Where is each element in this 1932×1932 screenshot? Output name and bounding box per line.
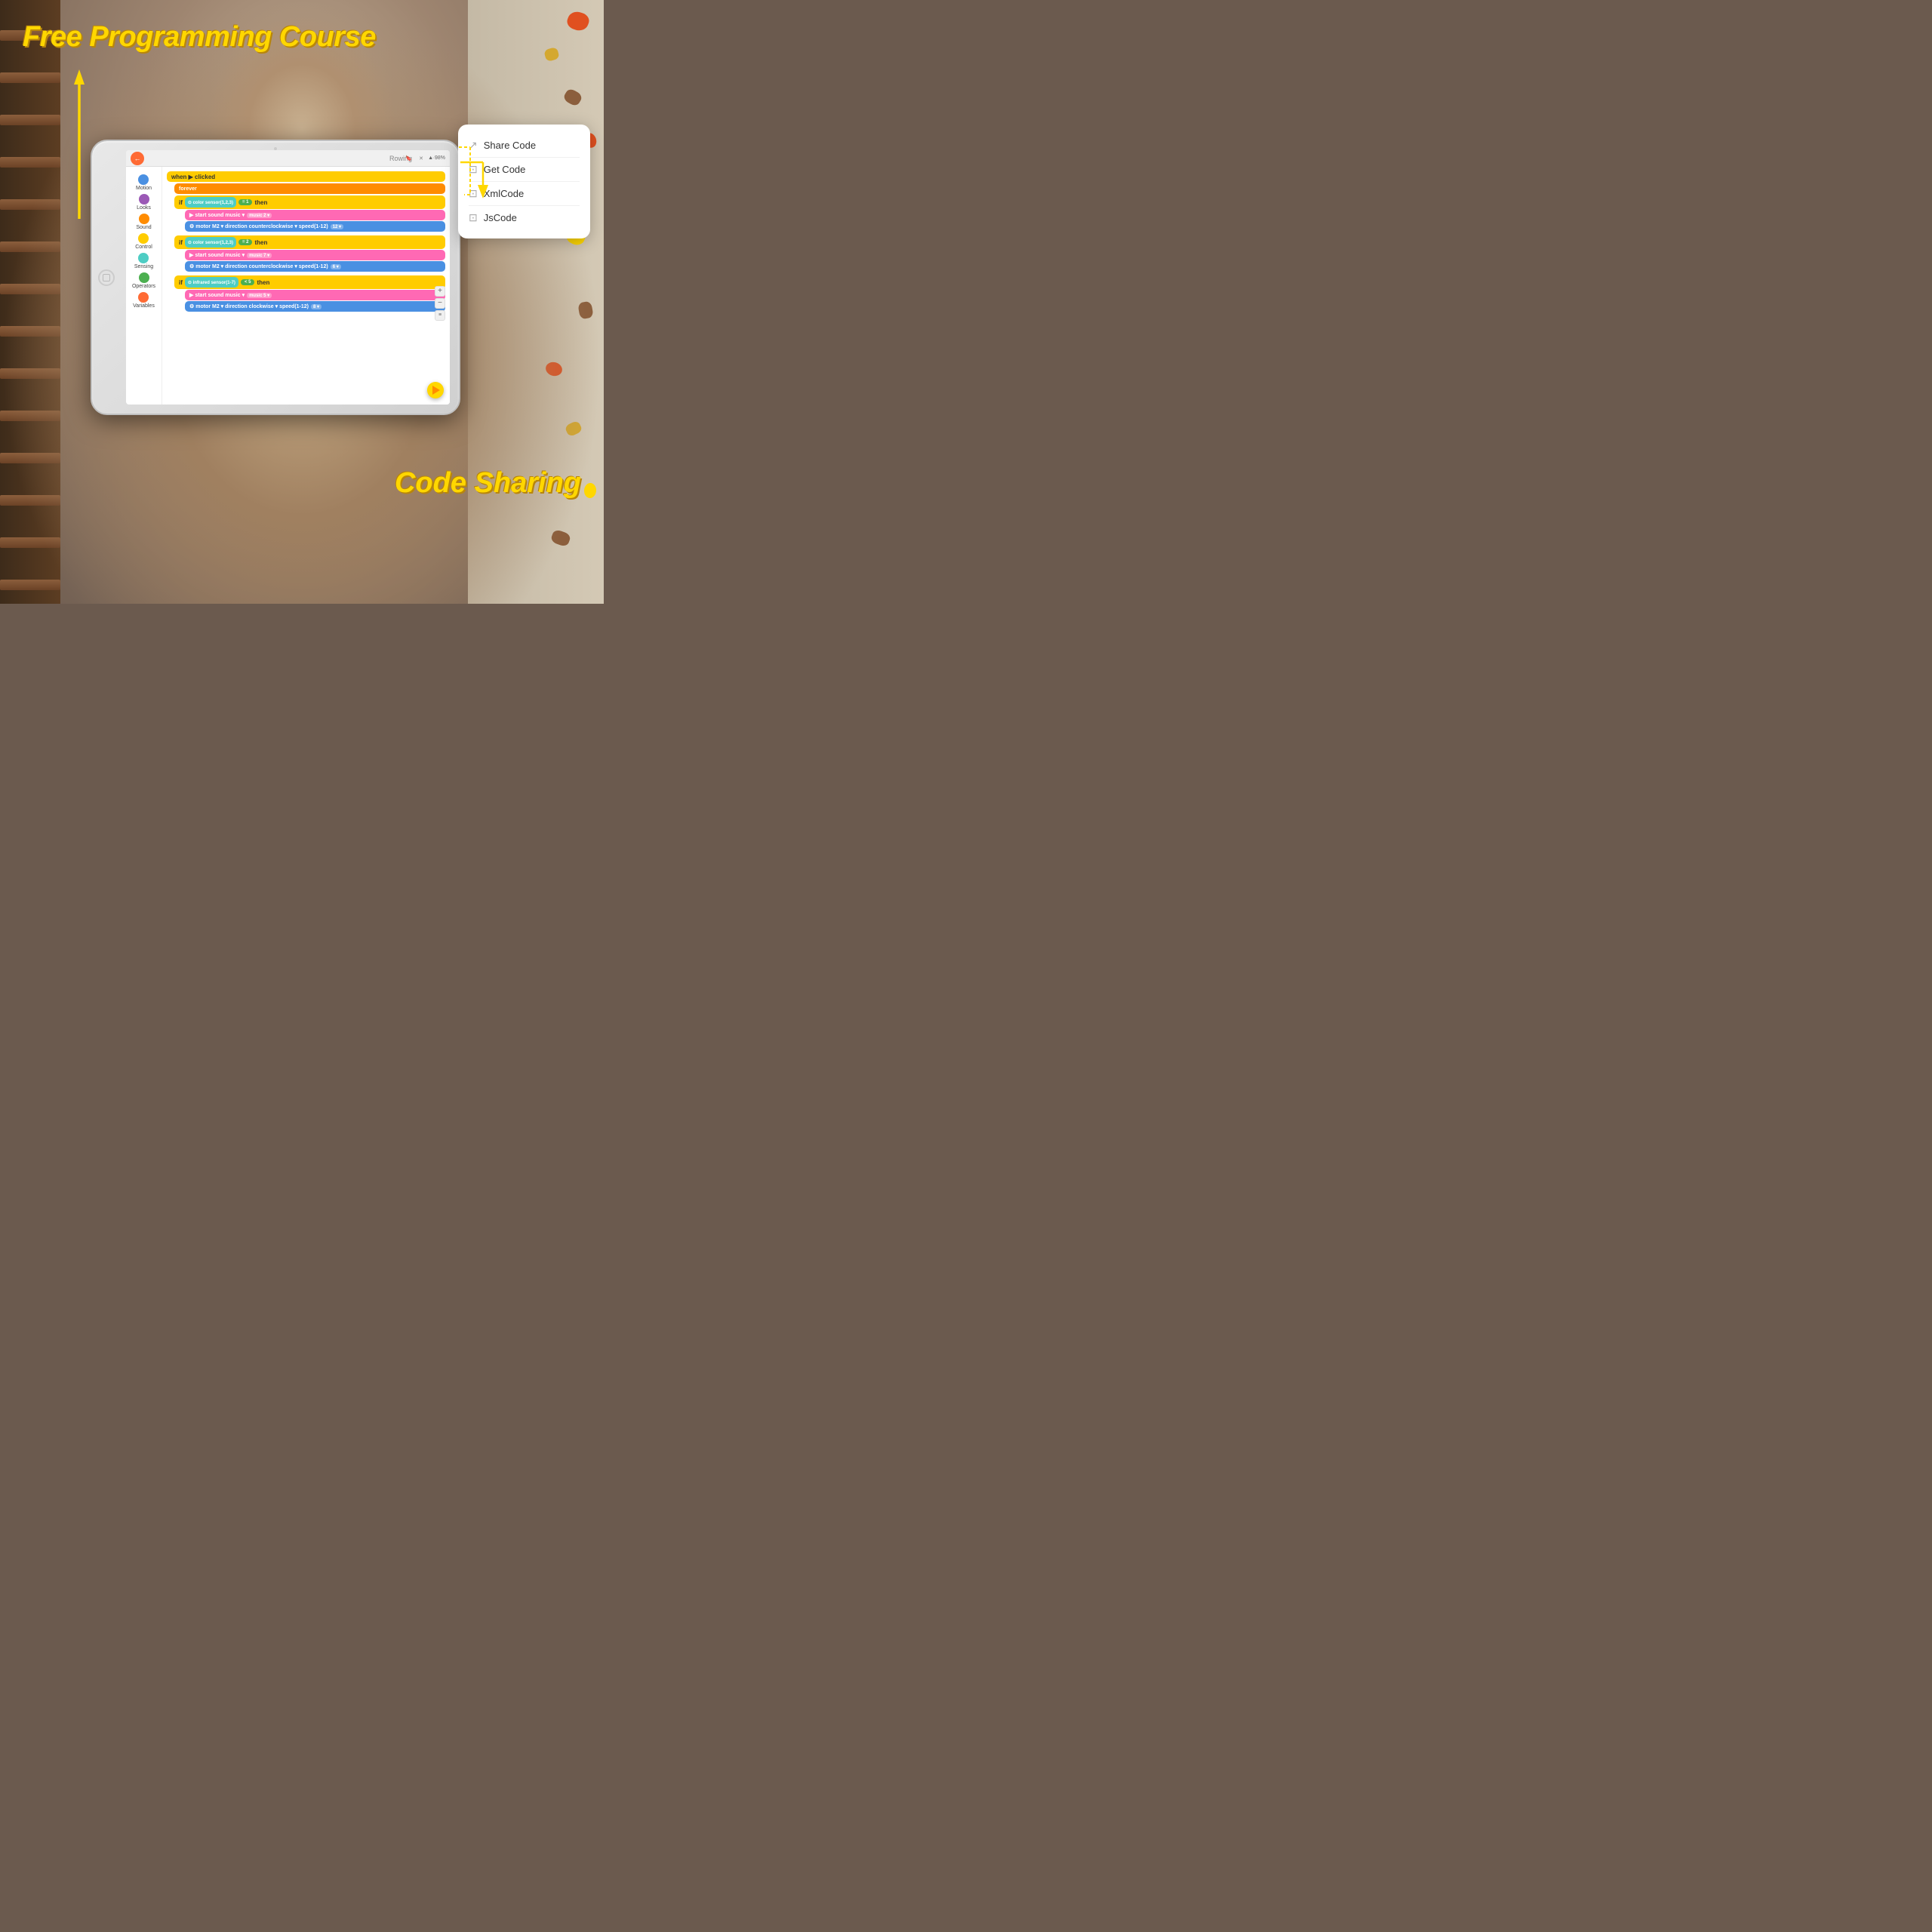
color-sensor-1[interactable]: ⊙ color sensor(1,2,3) <box>185 197 236 208</box>
wifi-status: ▲ 98% <box>428 155 445 161</box>
sound-label: Sound <box>136 225 151 230</box>
share-icon: ↗ <box>469 139 478 152</box>
music-val-1[interactable]: music 2 ▾ <box>247 213 272 218</box>
eq-val-1: = 1 <box>238 199 253 205</box>
if-text-1: if <box>179 199 183 206</box>
sensing-label: Sensing <box>134 264 153 269</box>
forever-block[interactable]: forever <box>174 183 445 194</box>
sidebar-item-motion[interactable]: Motion <box>136 174 152 191</box>
motor-block-2[interactable]: ⚙ motor M2 ▾ direction counterclockwise … <box>185 261 445 272</box>
motor-text-2: ⚙ motor M2 ▾ direction counterclockwise … <box>189 263 328 269</box>
if-block-3[interactable]: if ⊙ infrared sensor(1-7) < 5 then <box>174 275 445 289</box>
forever-text: forever <box>179 186 197 192</box>
music-val-2[interactable]: music 7 ▾ <box>247 253 272 258</box>
looks-label: Looks <box>137 205 151 211</box>
sidebar: Motion Looks Sound Control Sensing <box>126 167 162 405</box>
play-button[interactable] <box>427 382 444 398</box>
then-text-1: then <box>254 199 267 206</box>
infrared-sensor[interactable]: ⊙ infrared sensor(1-7) <box>185 277 238 288</box>
then-text-2: then <box>254 239 267 246</box>
sidebar-item-sensing[interactable]: Sensing <box>134 253 153 269</box>
if-block-2[interactable]: if ⊙ color sensor(1,2,3) = 2 then <box>174 235 445 249</box>
sidebar-item-variables[interactable]: Variables <box>133 292 155 309</box>
start-sound-3[interactable]: ▶ start sound music ▾ music 5 ▾ <box>185 290 445 300</box>
if-text-2: if <box>179 239 183 246</box>
sidebar-item-control[interactable]: Control <box>135 233 152 250</box>
get-code-item[interactable]: ⊡ Get Code <box>469 158 580 182</box>
sidebar-item-operators[interactable]: Operators <box>132 272 155 289</box>
if-text-3: if <box>179 279 183 286</box>
ss-text-3: ▶ start sound music ▾ <box>189 292 245 298</box>
xml-code-item[interactable]: ⊡ XmlCode <box>469 182 580 206</box>
js-code-label: JsCode <box>484 212 517 223</box>
sidebar-item-looks[interactable]: Looks <box>137 194 151 211</box>
if-block-1[interactable]: if ⊙ color sensor(1,2,3) = 1 then <box>174 195 445 209</box>
variables-label: Variables <box>133 303 155 309</box>
start-sound-1[interactable]: ▶ start sound music ▾ music 2 ▾ <box>185 210 445 220</box>
home-icon <box>103 274 110 281</box>
start-sound-2[interactable]: ▶ start sound music ▾ music 7 ▾ <box>185 250 445 260</box>
get-code-label: Get Code <box>484 164 526 175</box>
motor-block-3[interactable]: ⚙ motor M2 ▾ direction clockwise ▾ speed… <box>185 301 445 312</box>
sensing-dot <box>138 253 149 263</box>
lt-val-3: < 5 <box>241 279 255 285</box>
fit-button[interactable]: ≡ <box>435 310 445 321</box>
xml-icon: ⊡ <box>469 187 478 200</box>
home-button[interactable] <box>98 269 115 286</box>
control-dot <box>138 233 149 244</box>
play-icon <box>432 386 440 395</box>
motor-text-1: ⚙ motor M2 ▾ direction counterclockwise … <box>189 223 328 229</box>
zoom-controls: + − ≡ <box>435 286 445 321</box>
motor-block-1[interactable]: ⚙ motor M2 ▾ direction counterclockwise … <box>185 221 445 232</box>
code-sharing-label: Code Sharing <box>395 467 581 500</box>
sidebar-item-sound[interactable]: Sound <box>136 214 151 230</box>
ss-text-1: ▶ start sound music ▾ <box>189 212 245 218</box>
color-sensor-2[interactable]: ⊙ color sensor(1,2,3) <box>185 237 236 248</box>
xml-code-label: XmlCode <box>484 188 524 199</box>
popup-card: ↗ Share Code ⊡ Get Code ⊡ XmlCode ⊡ JsCo… <box>458 125 590 238</box>
speed-val-3[interactable]: 8 ▾ <box>311 304 321 309</box>
share-code-label: Share Code <box>484 140 536 151</box>
motion-label: Motion <box>136 186 152 191</box>
when-clicked-text: when ▶ clicked <box>171 174 215 180</box>
code-canvas: when ▶ clicked forever if ⊙ color sensor… <box>162 167 450 405</box>
speed-val-2[interactable]: 6 ▾ <box>331 264 341 269</box>
tablet-screen: ← Rowing 🔖 ✕ ··· ▲ 98% Motion Looks <box>126 150 450 405</box>
motion-dot <box>138 174 149 185</box>
sound-dot <box>139 214 149 224</box>
variables-dot <box>138 292 149 303</box>
ss-text-2: ▶ start sound music ▾ <box>189 252 245 258</box>
get-code-icon: ⊡ <box>469 163 478 176</box>
then-text-3: then <box>257 279 269 286</box>
operators-dot <box>139 272 149 283</box>
operators-label: Operators <box>132 284 155 289</box>
main-container: Free Programming Course ← Rowing 🔖 ✕ ···… <box>0 0 604 604</box>
motor-text-3: ⚙ motor M2 ▾ direction clockwise ▾ speed… <box>189 303 309 309</box>
music-val-3[interactable]: music 5 ▾ <box>247 293 272 298</box>
js-icon: ⊡ <box>469 211 478 224</box>
back-button[interactable]: ← <box>131 152 144 165</box>
code-blocks: when ▶ clicked forever if ⊙ color sensor… <box>167 171 445 312</box>
tablet: ← Rowing 🔖 ✕ ··· ▲ 98% Motion Looks <box>91 140 460 415</box>
control-label: Control <box>135 245 152 250</box>
course-label: Free Programming Course <box>23 21 376 54</box>
js-code-item[interactable]: ⊡ JsCode <box>469 206 580 229</box>
tablet-topbar: ← Rowing 🔖 ✕ ··· ▲ 98% <box>126 150 450 167</box>
when-clicked-block[interactable]: when ▶ clicked <box>167 171 445 182</box>
zoom-in-button[interactable]: + <box>435 286 445 297</box>
eq-val-2: = 2 <box>238 239 253 245</box>
looks-dot <box>139 194 149 205</box>
zoom-out-button[interactable]: − <box>435 298 445 309</box>
share-code-item[interactable]: ↗ Share Code <box>469 134 580 158</box>
speed-val-1[interactable]: 12 ▾ <box>331 224 343 229</box>
